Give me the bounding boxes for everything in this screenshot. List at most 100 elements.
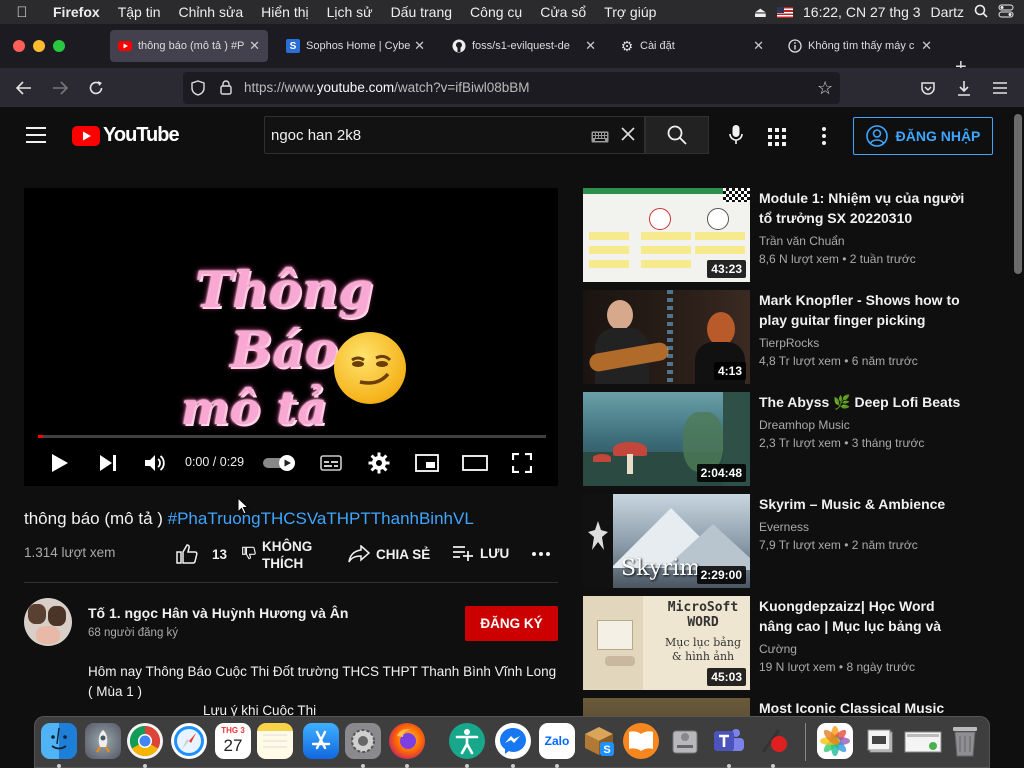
keyboard-icon[interactable]	[591, 130, 609, 148]
video-thumbnail[interactable]: 2:04:48	[583, 392, 750, 486]
spotlight-search-icon[interactable]	[974, 4, 988, 21]
menu-history[interactable]: Lịch sử	[318, 4, 382, 20]
tab-sophos[interactable]: S Sophos Home | Cybe ✕	[278, 30, 433, 62]
calendar-icon[interactable]: THG 3 27	[215, 723, 251, 759]
eject-icon[interactable]: ⏏	[754, 4, 767, 21]
like-button[interactable]: 13	[176, 544, 227, 564]
video-title[interactable]: Kuongdepzaizz| Học Word nâng cao | Mục l…	[759, 596, 969, 636]
video-thumbnail[interactable]: 43:23	[583, 188, 750, 282]
tab-github[interactable]: foss/s1-evilquest-de ✕	[444, 30, 604, 62]
accessibility-icon[interactable]	[449, 723, 485, 759]
us-flag-icon[interactable]	[777, 6, 794, 18]
youtube-logo[interactable]: YouTube	[72, 124, 180, 147]
channel-name[interactable]: Tố 1. ngọc Hân và Huỳnh Hương và Ân	[88, 605, 348, 621]
window-minimize-button[interactable]	[33, 40, 45, 52]
hashtag-link[interactable]: #PhaTruongTHCSVaTHPTThanhBinhVL	[168, 509, 474, 528]
fullscreen-button[interactable]	[510, 450, 534, 476]
video-progress-bar[interactable]	[38, 435, 546, 438]
menu-tools[interactable]: Công cụ	[461, 4, 531, 20]
books-icon[interactable]	[623, 723, 659, 759]
autoplay-toggle[interactable]	[262, 450, 298, 476]
scrollbar-thumb[interactable]	[1014, 114, 1022, 274]
tab-close-icon[interactable]: ✕	[414, 38, 425, 54]
package-icon[interactable]: S	[581, 723, 617, 759]
forward-button[interactable]	[48, 76, 72, 100]
tab-not-found[interactable]: Không tìm thấy máy c ✕	[780, 30, 940, 62]
save-button[interactable]: LƯU	[452, 545, 509, 561]
red-app-icon[interactable]	[755, 723, 791, 759]
video-title[interactable]: Most Iconic Classical Music	[759, 698, 969, 716]
search-button[interactable]	[645, 116, 709, 154]
tab-close-icon[interactable]: ✕	[249, 38, 260, 54]
video-title[interactable]: Module 1: Nhiệm vụ của người tổ trưởng S…	[759, 188, 969, 228]
screenshot-stack-icon[interactable]	[903, 723, 943, 759]
menu-app-name[interactable]: Firefox	[44, 4, 109, 20]
trash-icon[interactable]	[947, 723, 983, 759]
download-icon[interactable]	[952, 76, 976, 100]
back-button[interactable]	[12, 76, 36, 100]
pocket-icon[interactable]	[916, 76, 940, 100]
voice-search-icon[interactable]	[729, 125, 743, 150]
recommended-video[interactable]: 2:04:48 The Abyss 🌿 Deep Lofi Beats Drea…	[583, 392, 983, 486]
sign-in-button[interactable]: ĐĂNG NHẬP	[853, 117, 993, 155]
zalo-icon[interactable]: Zalo	[539, 723, 575, 759]
window-close-button[interactable]	[13, 40, 25, 52]
firefox-icon[interactable]	[389, 723, 425, 759]
photos-icon[interactable]	[817, 723, 853, 759]
apple-menu-icon[interactable]: 	[0, 4, 44, 21]
tab-close-icon[interactable]: ✕	[921, 38, 932, 54]
video-channel[interactable]: Cường	[759, 642, 797, 656]
video-channel[interactable]: Trần văn Chuẩn	[759, 234, 845, 248]
reload-button[interactable]	[84, 76, 108, 100]
safari-icon[interactable]	[171, 723, 207, 759]
menubar-user[interactable]: Dartz	[931, 4, 964, 20]
app-store-icon[interactable]	[303, 723, 339, 759]
more-options-icon[interactable]	[822, 127, 826, 150]
video-thumbnail[interactable]: MicroSoft WORD Mục lục bảng & hình ảnh 4…	[583, 596, 750, 690]
recommended-video[interactable]: 43:23 Module 1: Nhiệm vụ của người tổ tr…	[583, 188, 983, 282]
next-button[interactable]	[96, 450, 120, 476]
play-button[interactable]	[48, 450, 72, 476]
settings-button[interactable]	[366, 450, 392, 476]
messenger-icon[interactable]	[495, 723, 531, 759]
tab-close-icon[interactable]: ✕	[585, 38, 596, 54]
apps-grid-icon[interactable]	[768, 128, 786, 151]
video-channel[interactable]: TierpRocks	[759, 336, 819, 350]
page-scrollbar[interactable]	[1012, 108, 1024, 716]
video-title[interactable]: Mark Knopfler - Shows how to play guitar…	[759, 290, 969, 330]
subscribe-button[interactable]: ĐĂNG KÝ	[465, 606, 558, 641]
recommended-video[interactable]: Skyrim 2:29:00 Skyrim – Music & Ambience…	[583, 494, 983, 588]
launchpad-icon[interactable]	[85, 723, 121, 759]
notes-icon[interactable]	[257, 723, 293, 759]
menu-help[interactable]: Trợ giúp	[595, 4, 665, 20]
video-channel[interactable]: Everness	[759, 520, 809, 534]
search-input[interactable]: ngoc han 2k8	[264, 116, 645, 154]
recommended-video[interactable]: MicroSoft WORD Mục lục bảng & hình ảnh 4…	[583, 596, 983, 690]
video-player[interactable]: Thông Báo mô tả 0:00 / 0:29	[24, 188, 558, 486]
microsoft-teams-icon[interactable]	[711, 723, 747, 759]
menu-bookmarks[interactable]: Dấu trang	[382, 4, 461, 20]
menu-file[interactable]: Tập tin	[109, 4, 170, 20]
disk-utility-icon[interactable]	[667, 723, 703, 759]
video-title[interactable]: The Abyss 🌿 Deep Lofi Beats	[759, 392, 969, 412]
document-stack-icon[interactable]	[863, 723, 899, 759]
menubar-clock[interactable]: 16:22, CN 27 thg 3	[803, 4, 921, 20]
bookmark-star-icon[interactable]: ☆	[817, 78, 833, 99]
url-bar[interactable]: https://www.youtube.com/watch?v=ifBiwl08…	[183, 72, 840, 104]
menu-window[interactable]: Cửa sổ	[531, 4, 595, 20]
control-center-icon[interactable]	[998, 4, 1014, 21]
search-query[interactable]: ngoc han 2k8	[271, 127, 361, 144]
more-actions-button[interactable]	[532, 552, 550, 556]
video-thumbnail[interactable]: Skyrim 2:29:00	[583, 494, 750, 588]
theater-mode-button[interactable]	[462, 450, 488, 476]
url-text[interactable]: https://www.youtube.com/watch?v=ifBiwl08…	[244, 80, 530, 95]
guide-menu-icon[interactable]	[26, 127, 46, 148]
subtitles-button[interactable]	[318, 450, 344, 476]
clear-search-icon[interactable]	[620, 126, 636, 147]
share-button[interactable]: CHIA SẺ	[348, 545, 430, 563]
menu-view[interactable]: Hiển thị	[252, 4, 317, 20]
menu-edit[interactable]: Chỉnh sửa	[170, 4, 253, 20]
video-title[interactable]: Skyrim – Music & Ambience	[759, 494, 969, 514]
miniplayer-button[interactable]	[414, 450, 440, 476]
tab-youtube[interactable]: thông báo (mô tả ) #P ✕	[110, 30, 268, 62]
